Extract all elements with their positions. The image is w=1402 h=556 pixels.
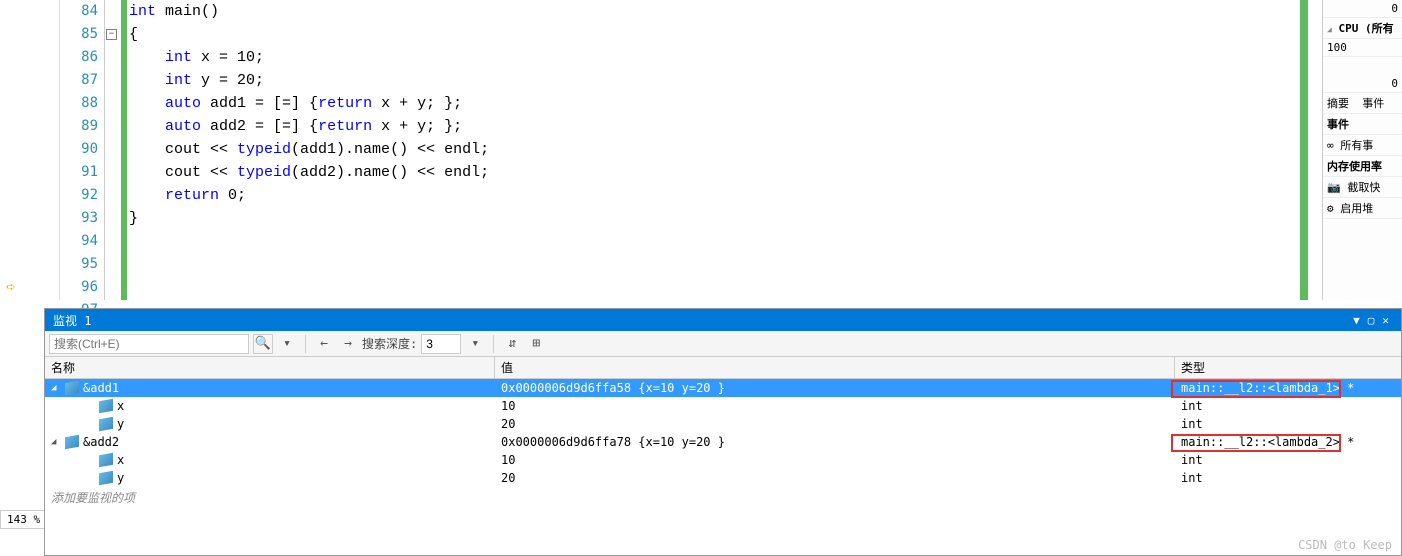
toolbar-btn-2[interactable]: ⊞: [526, 334, 546, 354]
watch-toolbar: 🔍 ▾ ← → 搜索深度: ▾ ⇵ ⊞: [45, 331, 1401, 357]
watch-var-type: int: [1181, 471, 1203, 485]
fold-toggle-icon[interactable]: −: [106, 29, 117, 40]
variable-icon: [65, 381, 79, 395]
change-marker-right: [1300, 0, 1308, 300]
memory-label: 内存使用率: [1323, 156, 1402, 177]
watch-var-value: 10: [495, 399, 1175, 413]
variable-icon: [99, 471, 113, 485]
watch-var-type: int: [1181, 399, 1203, 413]
watch-var-type: main::__l2::<lambda_1> *: [1181, 381, 1354, 395]
line-number-gutter: 8485868788899091929394959697: [60, 0, 105, 300]
diag-value: 0: [1323, 0, 1402, 18]
code-editor[interactable]: int main(){ int x = 10; int y = 20; auto…: [127, 0, 1402, 300]
expand-toggle-icon[interactable]: ◢: [51, 437, 61, 447]
add-watch-hint[interactable]: 添加要监视的项: [45, 487, 1401, 508]
column-header-name[interactable]: 名称: [45, 357, 495, 378]
fold-column[interactable]: −: [105, 0, 121, 300]
window-pin-icon[interactable]: ▢: [1364, 314, 1379, 327]
watch-var-type: int: [1181, 453, 1203, 467]
watch-grid-body: ◢ &add1 0x0000006d9d6ffa58 {x=10 y=20 } mai…: [45, 379, 1401, 487]
watch-panel: 监视 1 ▼ ▢ ✕ 🔍 ▾ ← → 搜索深度: ▾ ⇵ ⊞ 名称 值 类型 ◢…: [44, 308, 1402, 556]
watch-row[interactable]: ◢ &add2 0x0000006d9d6ffa78 {x=10 y=20 } mai…: [45, 433, 1401, 451]
nav-forward-button[interactable]: →: [338, 334, 358, 354]
breakpoint-margin[interactable]: ➪: [0, 0, 60, 300]
watch-var-name: &add1: [83, 381, 119, 395]
variable-icon: [65, 435, 79, 449]
watch-grid-header: 名称 值 类型: [45, 357, 1401, 379]
column-header-value[interactable]: 值: [495, 357, 1175, 378]
watch-row[interactable]: x 10 int: [45, 451, 1401, 469]
diag-value-bottom: 0: [1391, 77, 1398, 90]
variable-icon: [99, 453, 113, 467]
watch-row[interactable]: x 10 int: [45, 397, 1401, 415]
variable-icon: [99, 417, 113, 431]
window-dropdown-icon[interactable]: ▼: [1349, 314, 1364, 327]
depth-label: 搜索深度:: [362, 335, 417, 352]
all-events-link[interactable]: ∞ 所有事: [1323, 135, 1402, 156]
watch-var-value: 20: [495, 471, 1175, 485]
cpu-value: 100: [1323, 39, 1402, 57]
depth-input[interactable]: [421, 334, 461, 354]
watch-row[interactable]: ◢ &add1 0x0000006d9d6ffa58 {x=10 y=20 } mai…: [45, 379, 1401, 397]
diagnostics-panel: 0 ◢ CPU (所有 100 0 摘要 事件 事件 ∞ 所有事 内存使用率 📷…: [1322, 0, 1402, 300]
snapshot-link[interactable]: 📷 截取快: [1323, 177, 1402, 198]
watch-var-value: 10: [495, 453, 1175, 467]
current-line-arrow-icon: ➪: [6, 277, 16, 296]
watch-row[interactable]: y 20 int: [45, 469, 1401, 487]
tabs-row[interactable]: 摘要 事件: [1323, 93, 1402, 114]
events-label: 事件: [1323, 114, 1402, 135]
watch-var-name: y: [117, 417, 124, 431]
window-close-icon[interactable]: ✕: [1378, 314, 1393, 327]
watch-var-value: 20: [495, 417, 1175, 431]
watch-var-name: x: [117, 399, 124, 413]
watch-row[interactable]: y 20 int: [45, 415, 1401, 433]
watermark: CSDN @to Keep: [1298, 538, 1392, 552]
column-header-type[interactable]: 类型: [1175, 357, 1401, 378]
search-dropdown[interactable]: ▾: [277, 334, 297, 354]
watch-var-name: &add2: [83, 435, 119, 449]
watch-var-value: 0x0000006d9d6ffa58 {x=10 y=20 }: [495, 381, 1175, 395]
enable-heap-link[interactable]: ⚙ 启用堆: [1323, 198, 1402, 219]
variable-icon: [99, 399, 113, 413]
depth-dropdown[interactable]: ▾: [465, 334, 485, 354]
watch-var-type: int: [1181, 417, 1203, 431]
watch-var-type: main::__l2::<lambda_2> *: [1181, 435, 1354, 449]
watch-var-name: x: [117, 453, 124, 467]
expand-toggle-icon[interactable]: ◢: [51, 383, 61, 393]
nav-back-button[interactable]: ←: [314, 334, 334, 354]
watch-title-text: 监视 1: [53, 312, 1349, 329]
watch-var-value: 0x0000006d9d6ffa78 {x=10 y=20 }: [495, 435, 1175, 449]
watch-titlebar[interactable]: 监视 1 ▼ ▢ ✕: [45, 309, 1401, 331]
watch-var-name: y: [117, 471, 124, 485]
cpu-section-label[interactable]: ◢ CPU (所有: [1323, 18, 1402, 39]
search-button[interactable]: 🔍: [253, 334, 273, 354]
toolbar-btn-1[interactable]: ⇵: [502, 334, 522, 354]
search-input[interactable]: [49, 334, 249, 354]
